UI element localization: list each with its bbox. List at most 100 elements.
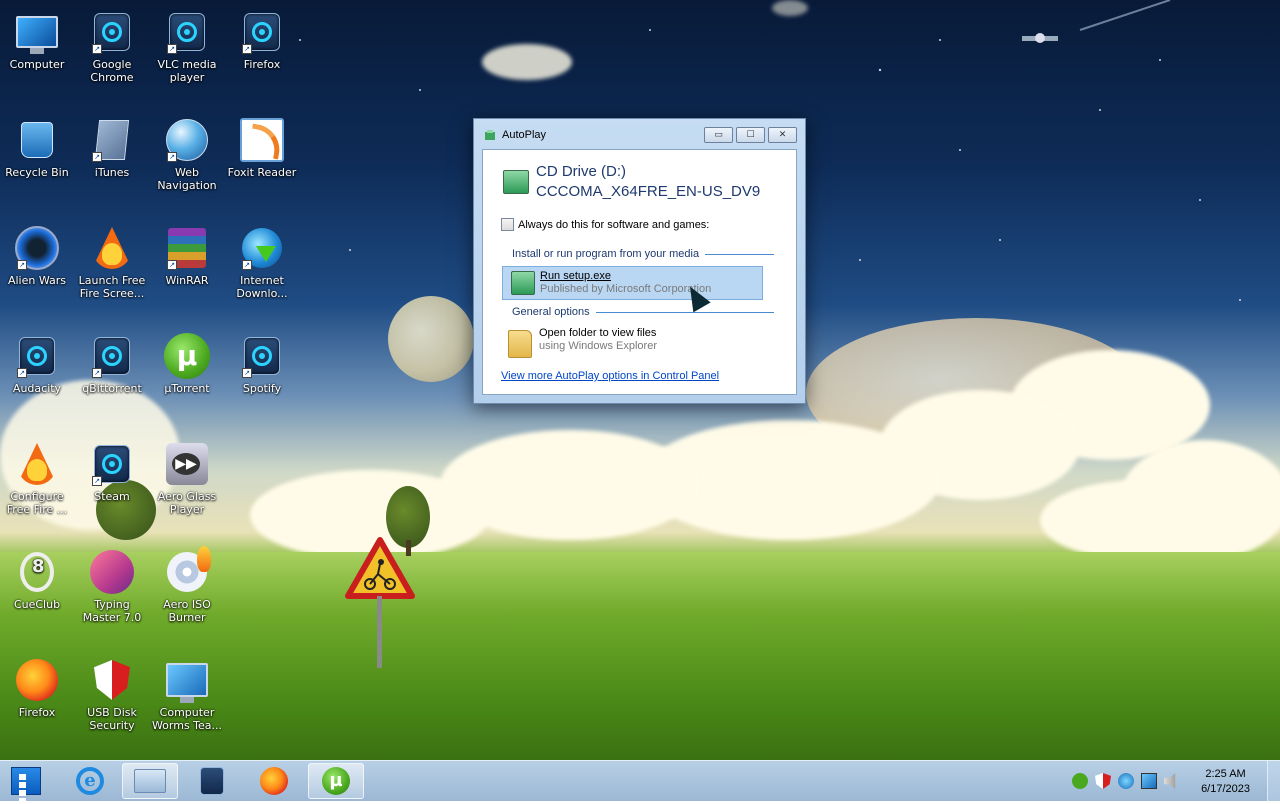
icon-label: Firefox	[18, 706, 56, 719]
close-button[interactable]: ✕	[768, 127, 797, 143]
autoplay-dialog: AutoPlay ▭ ☐ ✕ CD Drive (D:) CCCOMA_X64F…	[473, 118, 806, 404]
always-do-this-row[interactable]: Always do this for software and games:	[501, 218, 709, 231]
file-explorer-icon	[134, 769, 166, 793]
open-folder-option[interactable]: Open folder to view files using Windows …	[502, 324, 763, 358]
icon-label: Foxit Reader	[227, 166, 297, 179]
always-do-this-checkbox[interactable]	[501, 218, 514, 231]
desktop-icon-audacity[interactable]: ↗ Audacity	[0, 332, 74, 395]
taskbar-internet-explorer[interactable]: e	[62, 763, 118, 799]
utorrent-icon: µ	[322, 767, 350, 795]
desktop-icon-typing-master[interactable]: Typing Master 7.0	[75, 548, 149, 624]
icon-label: Typing Master 7.0	[82, 598, 142, 624]
icon-label: USB Disk Security	[87, 706, 137, 732]
icon-label: WinRAR	[165, 274, 209, 287]
desktop-icon-configure-free-fire[interactable]: Configure Free Fire ...	[0, 440, 74, 516]
desktop-icon-qbittorrent[interactable]: ↗ qBittorrent	[75, 332, 149, 395]
desktop-icon-utorrent[interactable]: µ µTorrent	[150, 332, 224, 395]
usb-security-tray-icon[interactable]	[1095, 773, 1111, 789]
show-desktop-button[interactable]	[1267, 761, 1280, 801]
taskbar-media-player[interactable]	[184, 763, 240, 799]
more-autoplay-options-link[interactable]: View more AutoPlay options in Control Pa…	[501, 370, 719, 382]
icon-label: Launch Free Fire Scree...	[78, 274, 146, 300]
icon-label: Google Chrome	[90, 58, 134, 84]
setup-icon	[511, 271, 535, 295]
internet-explorer-icon: e	[76, 767, 104, 795]
fire-icon	[92, 227, 132, 269]
desktop-icon-google-chrome[interactable]: ↗ Google Chrome	[75, 8, 149, 84]
desktop-icon-aero-glass-player[interactable]: Aero Glass Player	[150, 440, 224, 516]
desktop-icon-usb-disk-security[interactable]: USB Disk Security	[75, 656, 149, 732]
network-globe-tray-icon[interactable]	[1118, 773, 1134, 789]
drive-name: CD Drive (D:)	[536, 163, 626, 180]
satellite-graphic	[1022, 33, 1058, 43]
cueclub-icon	[20, 552, 54, 592]
always-do-this-label: Always do this for software and games:	[518, 218, 710, 231]
media-player-icon	[200, 767, 224, 795]
computer-icon	[16, 16, 58, 54]
desktop-icon-web-navigation[interactable]: ↗ Web Navigation	[150, 116, 224, 192]
autoplay-icon	[485, 130, 495, 140]
firefox-icon	[260, 767, 288, 795]
icon-label: µTorrent	[164, 382, 210, 395]
icon-label: iTunes	[94, 166, 130, 179]
desktop-icon-firefox-top[interactable]: ↗ Firefox	[225, 8, 299, 71]
run-setup-option[interactable]: Run setup.exe Published by Microsoft Cor…	[502, 266, 763, 300]
folder-icon	[508, 330, 532, 358]
window-controls: ▭ ☐ ✕	[704, 127, 797, 143]
desktop-icon-computer[interactable]: Computer	[0, 8, 74, 71]
desktop-icon-steam[interactable]: ↗ Steam	[75, 440, 149, 503]
shield-icon	[94, 660, 130, 700]
icon-label: Computer Worms Tea...	[151, 706, 223, 732]
volume-muted-icon[interactable]	[1164, 773, 1176, 789]
desktop-icon-recycle-bin[interactable]: Recycle Bin	[0, 116, 74, 179]
desktop-icon-aero-iso-burner[interactable]: Aero ISO Burner	[150, 546, 224, 624]
desktop-icon-computer-worms[interactable]: Computer Worms Tea...	[150, 656, 224, 732]
maximize-button[interactable]: ☐	[736, 127, 765, 143]
cd-drive-icon	[503, 170, 529, 194]
section-install-heading: Install or run program from your media	[512, 248, 774, 260]
minimize-button[interactable]: ▭	[704, 127, 733, 143]
desktop-icon-firefox-bottom[interactable]: Firefox	[0, 656, 74, 719]
utorrent-icon: µ	[164, 333, 210, 379]
section-general-heading: General options	[512, 306, 774, 318]
section-general-label: General options	[512, 306, 590, 318]
iso-burner-icon	[167, 546, 211, 592]
desktop-icon-foxit-reader[interactable]: Foxit Reader	[225, 116, 299, 179]
network-monitor-tray-icon[interactable]	[1141, 773, 1157, 789]
taskbar: e µ 2:25 AM 6/17/2023	[0, 760, 1280, 804]
icon-label: CueClub	[13, 598, 61, 611]
icon-label: Audacity	[12, 382, 62, 395]
desktop-icon-alien-wars[interactable]: ↗ Alien Wars	[0, 224, 74, 287]
firefox-icon	[16, 659, 58, 701]
start-button[interactable]	[11, 767, 41, 804]
computer-icon	[166, 663, 208, 703]
icon-label: Recycle Bin	[5, 166, 69, 179]
taskbar-firefox[interactable]	[246, 763, 302, 799]
recycle-bin-icon	[21, 122, 53, 158]
desktop-icon-itunes[interactable]: ↗ iTunes	[75, 116, 149, 179]
taskbar-utorrent[interactable]: µ	[308, 763, 364, 799]
icon-label: Spotify	[242, 382, 282, 395]
desktop-icon-winrar[interactable]: ↗ WinRAR	[150, 224, 224, 287]
desktop-icon-launch-free-fire[interactable]: Launch Free Fire Scree...	[75, 224, 149, 300]
foxit-icon	[240, 118, 284, 162]
desktop-icon-cueclub[interactable]: CueClub	[0, 548, 74, 611]
icon-label: VLC media player	[157, 58, 217, 84]
section-install-label: Install or run program from your media	[512, 248, 700, 260]
icon-label: Aero Glass Player	[157, 490, 217, 516]
desktop-icon-internet-download[interactable]: ↗ Internet Downlo...	[225, 224, 299, 300]
utorrent-tray-icon[interactable]	[1072, 773, 1088, 789]
icon-label: Web Navigation	[157, 166, 217, 192]
open-folder-title: Open folder to view files	[539, 327, 657, 339]
fire-icon	[17, 443, 57, 485]
open-folder-sub: using Windows Explorer	[539, 340, 657, 352]
desktop-icon-spotify[interactable]: ↗ Spotify	[225, 332, 299, 395]
desktop-icon-vlc[interactable]: ↗ VLC media player	[150, 8, 224, 84]
clock-date: 6/17/2023	[1201, 783, 1250, 795]
icon-label: Steam	[94, 490, 130, 503]
typing-master-icon	[90, 550, 134, 594]
taskbar-clock[interactable]: 2:25 AM 6/17/2023	[1201, 767, 1250, 797]
drive-volume-label: CCCOMA_X64FRE_EN-US_DV9	[536, 183, 761, 200]
taskbar-file-explorer[interactable]	[122, 763, 178, 799]
dialog-title: AutoPlay	[502, 129, 547, 141]
